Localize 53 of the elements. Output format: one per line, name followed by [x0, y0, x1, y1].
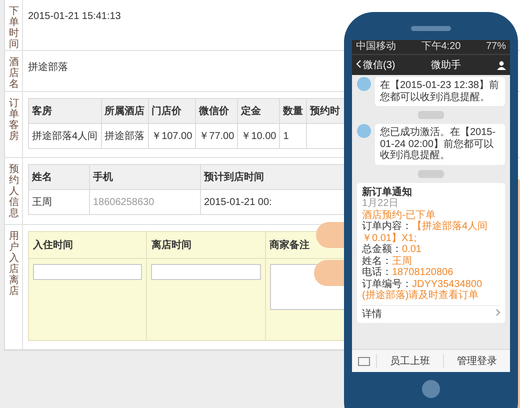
field-value: 2015-01-21 15:41:13 [28, 11, 121, 22]
card-date: 1月22日 [362, 198, 400, 210]
table-cell: 拼途部落4人间 [28, 124, 102, 148]
message-bubble: 在【2015-01-23 12:38】前您都可以收到消息提醒。 [375, 77, 505, 106]
clock-text: 下午4:20 [421, 41, 461, 53]
input-field[interactable] [33, 264, 142, 280]
menu-button[interactable]: 管理登录 [443, 354, 510, 368]
column-header: 微信价 [196, 98, 238, 124]
input-field[interactable] [151, 264, 261, 280]
home-button[interactable] [422, 380, 440, 398]
column-header: 数量 [280, 98, 307, 124]
person-icon[interactable] [496, 60, 506, 70]
back-link[interactable]: 微信(3) [356, 58, 396, 72]
chevron-right-icon [496, 308, 500, 316]
timestamp-chip [418, 111, 444, 119]
table-cell: ￥107.00 [148, 124, 196, 148]
column-header: 姓名 [28, 164, 90, 190]
column-header: 客房 [28, 98, 102, 124]
table-cell: 18606258630 [90, 190, 200, 214]
column-header: 入住时间 [29, 232, 146, 259]
table-cell: 王周 [28, 190, 90, 214]
column-header: 离店时间 [147, 232, 265, 259]
table-cell: ￥77.00 [196, 124, 238, 148]
order-detail-line: 订单编号：JDYY35434800 [362, 278, 484, 290]
column-header: 定金 [238, 98, 280, 124]
message-bubble: 您已成功激活。在【2015-01-24 02:00】前您都可以收到消息提醒。 [375, 124, 505, 164]
field-value: 拼途部落 [28, 62, 68, 73]
menu-button[interactable]: 员工上班 [376, 354, 443, 368]
keyboard-icon[interactable] [358, 356, 370, 366]
table-cell: ￥10.00 [238, 124, 280, 148]
order-detail-line: 电话：18708120806 [362, 267, 454, 278]
carrier-text: 中国移动 [356, 41, 396, 53]
order-detail-line: 订单内容：【拼途部落4人间￥0.01】X1; [362, 221, 489, 244]
table-cell: 1 [280, 124, 307, 148]
details-link[interactable]: 详情 [362, 304, 500, 323]
order-detail-line: 总金额：0.01 [362, 244, 422, 256]
battery-text: 77% [486, 41, 506, 53]
order-detail-line: (拼途部落)请及时查看订单 [362, 290, 480, 302]
section-label: 用户入店离店 [5, 225, 23, 349]
section-label: 预约人信息 [5, 158, 23, 224]
column-header: 手机 [90, 164, 200, 190]
avatar-icon [357, 77, 371, 91]
section-label: 下单时间 [5, 0, 23, 50]
chat-title: 微助手 [431, 58, 462, 72]
section-label: 酒店名 [5, 51, 23, 91]
section-label: 订单客房 [5, 92, 23, 157]
avatar-icon [357, 124, 371, 138]
order-detail-line: 姓名：王周 [362, 256, 413, 266]
column-header: 所属酒店 [101, 98, 148, 124]
timestamp-chip [418, 170, 444, 178]
column-header: 门店价 [148, 98, 196, 124]
table-cell: 拼途部落 [101, 124, 148, 148]
chevron-left-icon [356, 60, 361, 68]
